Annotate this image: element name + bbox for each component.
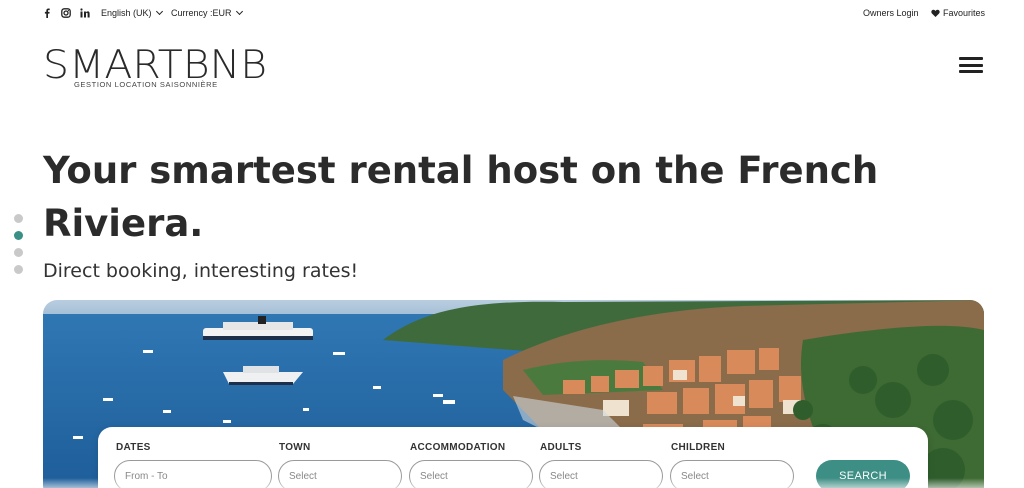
- hero-title: Your smartest rental host on the French …: [43, 149, 879, 245]
- owners-login-link[interactable]: Owners Login: [863, 8, 919, 18]
- slide-indicator: [14, 214, 24, 282]
- linkedin-icon[interactable]: [79, 7, 91, 19]
- search-button[interactable]: SEARCH: [816, 460, 910, 488]
- favourites-label: Favourites: [943, 8, 986, 18]
- search-panel: DATES From - To TOWN Select ACCOMMODATIO…: [98, 427, 928, 488]
- dates-label: DATES: [116, 442, 151, 453]
- dates-input[interactable]: From - To: [114, 460, 272, 488]
- currency-label: Currency :EUR: [171, 8, 232, 18]
- currency-selector[interactable]: Currency :EUR: [171, 7, 243, 18]
- language-label: English (UK): [101, 8, 152, 18]
- children-select[interactable]: Select: [670, 460, 794, 488]
- slide-dot-active[interactable]: [14, 231, 23, 240]
- town-select[interactable]: Select: [278, 460, 402, 488]
- children-label: CHILDREN: [671, 442, 726, 453]
- adults-label: ADULTS: [540, 442, 582, 453]
- menu-icon[interactable]: [959, 57, 983, 73]
- slide-dot[interactable]: [14, 265, 23, 274]
- brand-logo[interactable]: SMARTBNB GESTION LOCATION SAISONNIÈRE: [43, 46, 267, 90]
- instagram-icon[interactable]: [60, 7, 72, 19]
- brand-tagline: GESTION LOCATION SAISONNIÈRE: [74, 80, 218, 89]
- slide-dot[interactable]: [14, 248, 23, 257]
- facebook-icon[interactable]: [41, 7, 53, 19]
- language-selector[interactable]: English (UK): [101, 7, 163, 18]
- town-label: TOWN: [279, 442, 311, 453]
- adults-select[interactable]: Select: [539, 460, 663, 488]
- favourites-link[interactable]: Favourites: [931, 8, 985, 18]
- slide-dot[interactable]: [14, 214, 23, 223]
- accommodation-select[interactable]: Select: [409, 460, 533, 488]
- heart-icon: [931, 9, 940, 17]
- top-bar: English (UK) Currency :EUR Owners Login …: [0, 0, 1024, 28]
- hero-subtitle: Direct booking, interesting rates!: [43, 260, 359, 282]
- chevron-down-icon: [235, 7, 243, 16]
- accommodation-label: ACCOMMODATION: [410, 442, 506, 453]
- chevron-down-icon: [155, 7, 163, 16]
